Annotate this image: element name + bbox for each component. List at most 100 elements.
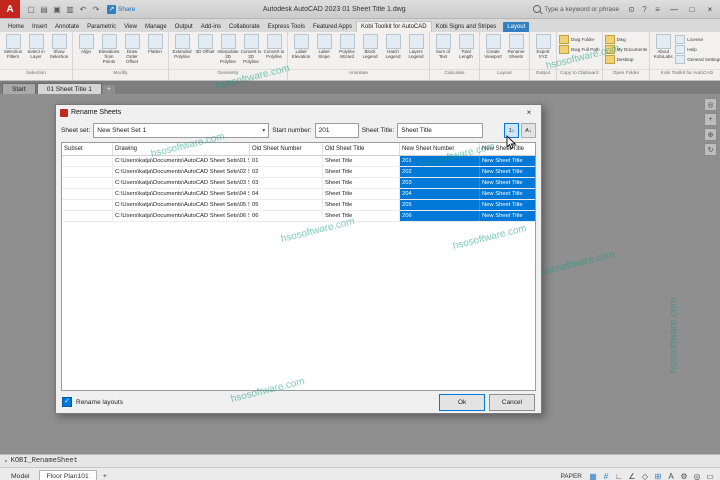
help-button[interactable]: Help [675,45,720,54]
maximize-button[interactable]: □ [684,2,700,17]
ribbon-tab-featured-apps[interactable]: Featured Apps [309,22,356,32]
orbit-icon[interactable]: ↻ [704,143,717,156]
undo-icon[interactable]: ↶ [77,3,89,15]
layers-legend-button[interactable]: Layers Legend [405,33,427,60]
table-row[interactable]: C:\Users\katja\Documents\AutoCAD Sheet S… [62,211,535,222]
my-documents-button[interactable]: My Documents [605,45,648,54]
block-legend-button[interactable]: Block Legend [359,33,381,60]
general-settings-button[interactable]: General Settings [675,55,720,64]
interpolate-3d-polyline-button[interactable]: Interpolate 3D Polyline [217,33,239,64]
cell-old-title[interactable]: Sheet Title [323,189,400,199]
label-slope-button[interactable]: Label Slope [313,33,335,60]
select-in-layer-button[interactable]: Select in Layer [25,33,47,60]
cell-new-title[interactable]: New Sheet Title [480,178,535,188]
start-number-input[interactable]: 201 [315,123,359,138]
cell-subset[interactable] [62,178,113,188]
cell-new-title[interactable]: New Sheet Title [480,189,535,199]
table-row[interactable]: C:\Users\katja\Documents\AutoCAD Sheet S… [62,156,535,167]
file-tab-start[interactable]: Start [2,83,36,94]
ribbon-tab-add-ins[interactable]: Add-ins [197,22,225,32]
ortho-icon[interactable]: ∟ [613,471,625,480]
cell-new-title[interactable]: New Sheet Title [480,167,535,177]
panel-label-modify[interactable]: Modify [73,69,168,80]
table-row[interactable]: C:\Users\katja\Documents\AutoCAD Sheet S… [62,178,535,189]
isolate-objects-icon[interactable]: ◎ [691,471,703,480]
3d-offset-button[interactable]: 3D Offset [194,33,216,55]
sheet-title-input[interactable]: Sheet Title [397,123,483,138]
hatch-legend-button[interactable]: Hatch Legend [382,33,404,60]
dwg-folder-button[interactable]: Dwg Folder [559,35,600,44]
ribbon-tab-insert[interactable]: Insert [28,22,51,32]
cell-drawing[interactable]: C:\Users\katja\Documents\AutoCAD Sheet S… [113,189,250,199]
cell-new-number[interactable]: 201 [400,156,480,166]
cell-drawing[interactable]: C:\Users\katja\Documents\AutoCAD Sheet S… [113,211,250,221]
ribbon-tab-view[interactable]: View [120,22,141,32]
ribbon-tab-manage[interactable]: Manage [141,22,171,32]
panel-label-layout[interactable]: Layout [480,69,529,80]
annotation-scale-icon[interactable]: A [665,471,677,480]
save-icon[interactable]: ▣ [51,3,63,15]
ribbon-tab-annotate[interactable]: Annotate [51,22,83,32]
cell-old-title[interactable]: Sheet Title [323,167,400,177]
command-line[interactable]: ▾ KOBI_RenameSheet [0,454,720,467]
cell-subset[interactable] [62,200,113,210]
autocad-app-icon[interactable]: A [0,0,20,18]
clean-screen-icon[interactable]: ▭ [704,471,716,480]
rename-sheets-button[interactable]: Rename Sheets [505,33,527,60]
cell-subset[interactable] [62,211,113,221]
license-button[interactable]: License [675,35,720,44]
dwg-full-path-button[interactable]: Dwg Full Path [559,45,600,54]
ribbon-tab-home[interactable]: Home [4,22,28,32]
cell-new-title[interactable]: New Sheet Title [480,200,535,210]
cell-old-title[interactable]: Sheet Title [323,156,400,166]
column-header-subset[interactable]: Subset [62,143,113,155]
cell-old-number[interactable]: 01 [250,156,323,166]
print-icon[interactable]: ▥ [64,3,76,15]
cell-subset[interactable] [62,189,113,199]
cell-drawing[interactable]: C:\Users\katja\Documents\AutoCAD Sheet S… [113,156,250,166]
sum-of-text-button[interactable]: Sum of Text [432,33,454,60]
label-elevation-button[interactable]: Label Elevation [290,33,312,60]
zoom-extents-icon[interactable]: ⊕ [704,128,717,141]
account-icon[interactable]: ⊙ [625,3,638,16]
convert-to-3d-polyline-button[interactable]: Convert to 3D Polyline [240,33,262,64]
cell-old-number[interactable]: 06 [250,211,323,221]
cell-new-title[interactable]: New Sheet Title [480,211,535,221]
panel-label-calculate[interactable]: Calculate [430,69,479,80]
polyline-wizard-button[interactable]: Polyline Wizard [336,33,358,60]
cancel-button[interactable]: Cancel [489,394,535,411]
workspace-icon[interactable]: ⚙ [678,471,690,480]
full-navigation-wheel-icon[interactable]: ◎ [704,98,717,111]
flatten-button[interactable]: Flatten [144,33,166,55]
dwg-button[interactable]: Dwg [605,35,648,44]
elevations-from-points-button[interactable]: Elevations from Points [98,33,120,64]
panel-label-open-folder[interactable]: Open Folder [603,69,650,80]
cell-new-number[interactable]: 206 [400,211,480,221]
cell-old-title[interactable]: Sheet Title [323,200,400,210]
column-header-new-sheet-number[interactable]: New Sheet Number [400,143,480,155]
draw-order-offset-button[interactable]: Draw Order Offset [121,33,143,64]
convert-to-polyline-button[interactable]: Convert to Polyline [263,33,285,60]
cell-old-number[interactable]: 04 [250,189,323,199]
add-layout-button[interactable]: + [99,471,111,480]
panel-label-selection[interactable]: Selection [0,69,72,80]
column-header-old-sheet-number[interactable]: Old Sheet Number [250,143,323,155]
table-row[interactable]: C:\Users\katja\Documents\AutoCAD Sheet S… [62,167,535,178]
ribbon-tab-parametric[interactable]: Parametric [83,22,120,32]
panel-label-kobi-toolkit-for-autocad[interactable]: Kobi Toolkit for AutoCAD [650,69,720,80]
new-drawing-tab-button[interactable]: + [103,85,115,94]
rename-layouts-checkbox[interactable]: ✓ [62,397,72,407]
create-viewport-button[interactable]: Create Viewport [482,33,504,60]
ribbon-tab-collaborate[interactable]: Collaborate [225,22,264,32]
cell-drawing[interactable]: C:\Users\katja\Documents\AutoCAD Sheet S… [113,200,250,210]
panel-label-output[interactable]: Output [530,69,556,80]
cell-drawing[interactable]: C:\Users\katja\Documents\AutoCAD Sheet S… [113,167,250,177]
command-line-chevron-icon[interactable]: ▾ [4,458,8,465]
dialog-close-button[interactable]: × [521,106,537,119]
cell-subset[interactable] [62,167,113,177]
cell-new-number[interactable]: 205 [400,200,480,210]
grid-icon[interactable]: ▦ [587,471,599,480]
share-button[interactable]: ↗ Share [107,5,135,14]
column-header-old-sheet-title[interactable]: Old Sheet Title [323,143,400,155]
cell-new-number[interactable]: 202 [400,167,480,177]
